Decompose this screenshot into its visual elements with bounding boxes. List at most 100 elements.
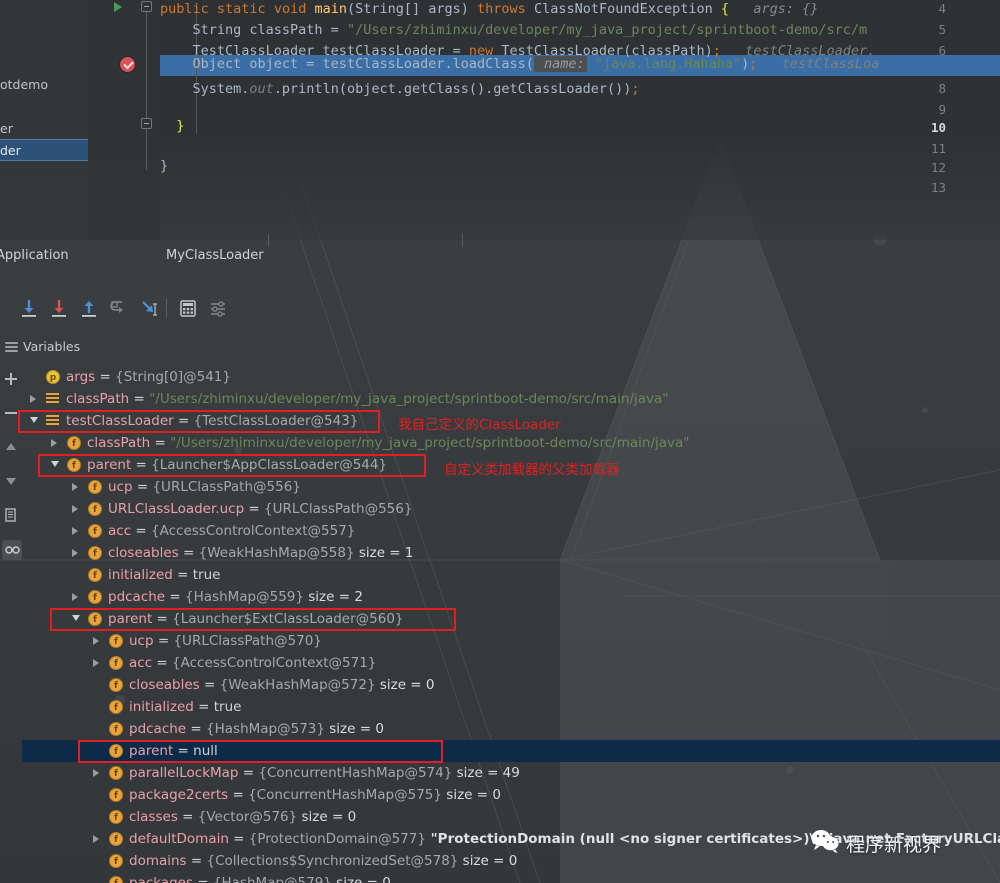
chevron-right-icon[interactable] <box>72 593 78 601</box>
variable-equals: = <box>193 875 213 883</box>
variable-size: size = 1 <box>354 545 414 561</box>
frame-tabs[interactable]: Application MyClassLoader <box>0 234 1000 280</box>
move-up-icon[interactable] <box>2 438 20 456</box>
variable-name: ucp = {URLClassPath@570} <box>129 633 322 649</box>
variable-row[interactable]: f acc = {AccessControlContext@571} <box>22 652 1000 674</box>
remove-watch-icon[interactable] <box>2 404 20 422</box>
tab-myclassloader[interactable]: MyClassLoader <box>166 248 264 263</box>
variable-row[interactable]: p args = {String[0]@541} <box>22 366 1000 388</box>
variable-equals: = <box>244 501 265 517</box>
variable-row[interactable]: f package2certs = {ConcurrentHashMap@575}… <box>22 784 1000 806</box>
variable-row[interactable]: f initialized = true <box>22 696 1000 718</box>
variable-size: size = 0 <box>324 721 384 737</box>
watermark-text: 程序新视界 <box>846 833 942 856</box>
variable-row[interactable]: classPath = "/Users/zhiminxu/developer/m… <box>22 388 1000 410</box>
move-down-icon[interactable] <box>2 472 20 490</box>
fold-marker-close-icon[interactable] <box>141 118 152 129</box>
variable-equals: = <box>228 831 249 847</box>
variable-value: true <box>213 699 242 715</box>
variable-row[interactable]: f ucp = {URLClassPath@570} <box>22 630 1000 652</box>
fold-marker-open-icon[interactable] <box>141 1 152 12</box>
drop-frame-icon[interactable] <box>106 296 132 322</box>
variable-row[interactable]: f packages = {HashMap@579} size = 0 <box>22 872 1000 883</box>
variable-row[interactable]: f pdcache = {HashMap@573} size = 0 <box>22 718 1000 740</box>
variable-row[interactable]: f closeables = {WeakHashMap@572} size = 0 <box>22 674 1000 696</box>
variable-row[interactable]: f acc = {AccessControlContext@557} <box>22 520 1000 542</box>
settings-gear-icon[interactable] <box>2 540 22 560</box>
variable-size: size = 0 <box>375 677 435 693</box>
project-tree-item-1[interactable]: er <box>0 118 88 140</box>
variable-name: pdcache = {HashMap@559} size = 2 <box>108 589 363 605</box>
variable-row[interactable]: f classPath = "/Users/zhiminxu/developer/… <box>22 432 1000 454</box>
step-over-icon[interactable] <box>16 296 42 322</box>
variable-name: domains = {Collections$SynchronizedSet@5… <box>129 853 518 869</box>
variable-name: parent = null <box>129 743 218 759</box>
variable-value: {String[0]@541} <box>115 369 231 385</box>
chevron-right-icon[interactable] <box>72 549 78 557</box>
evaluate-expression-icon[interactable] <box>175 296 201 322</box>
variable-row[interactable]: f initialized = true <box>22 564 1000 586</box>
copy-value-icon[interactable] <box>2 506 20 524</box>
chevron-right-icon[interactable] <box>72 527 78 535</box>
variable-value: "/Users/zhiminxu/developer/my_java_proje… <box>170 435 690 451</box>
run-to-cursor-icon[interactable] <box>136 296 162 322</box>
code-text[interactable]: public static void main(String[] args) t… <box>160 0 1000 240</box>
project-tree-item-2[interactable]: der <box>0 139 88 161</box>
chevron-right-icon[interactable] <box>93 637 99 645</box>
debugger-toolbar[interactable] <box>0 296 1000 334</box>
chevron-right-icon[interactable] <box>30 395 36 403</box>
run-to-line-icon[interactable] <box>114 2 122 12</box>
chevron-right-icon[interactable] <box>93 659 99 667</box>
chevron-right-icon[interactable] <box>93 835 99 843</box>
code-fold-guide <box>146 10 147 170</box>
variable-value: {AccessControlContext@557} <box>151 523 356 539</box>
field-icon: f <box>109 832 123 846</box>
chevron-down-icon[interactable] <box>30 417 38 423</box>
breakpoint-icon[interactable] <box>120 57 135 72</box>
project-tree-item-0[interactable]: otdemo <box>0 74 88 96</box>
settings-list-icon[interactable] <box>205 296 231 322</box>
code-editor[interactable]: otdemo er der 4 5 6 7 8 9 10 11 12 13 pu… <box>0 0 1000 240</box>
parameter-icon: p <box>46 370 60 384</box>
variable-equals: = <box>152 655 173 671</box>
variable-row[interactable]: f closeables = {WeakHashMap@558} size = 1 <box>22 542 1000 564</box>
variable-value: {TestClassLoader@543} <box>193 413 359 429</box>
chevron-right-icon[interactable] <box>72 505 78 513</box>
chevron-right-icon[interactable] <box>72 483 78 491</box>
variable-row[interactable]: f URLClassLoader.ucp = {URLClassPath@556} <box>22 498 1000 520</box>
variable-name: package2certs = {ConcurrentHashMap@575} … <box>129 787 501 803</box>
code-line-10: } <box>160 118 185 134</box>
variable-row[interactable]: f parent = null <box>22 740 1000 762</box>
variable-row[interactable]: f parallelLockMap = {ConcurrentHashMap@57… <box>22 762 1000 784</box>
variable-name: testClassLoader = {TestClassLoader@543} <box>66 413 359 429</box>
variable-value: {Vector@576} <box>197 809 298 825</box>
variables-panel-header: Variables <box>0 336 1000 360</box>
variable-row[interactable]: f parent = {Launcher$ExtClassLoader@560} <box>22 608 1000 630</box>
variable-name: initialized = true <box>108 567 221 583</box>
code-line-12: } <box>160 158 169 174</box>
variable-equals: = <box>132 479 153 495</box>
chevron-right-icon[interactable] <box>51 439 57 447</box>
field-icon: f <box>109 788 123 802</box>
variable-value: "/Users/zhiminxu/developer/my_java_proje… <box>149 391 669 407</box>
chevron-right-icon[interactable] <box>93 769 99 777</box>
field-icon: f <box>109 854 123 868</box>
variables-tree[interactable]: p args = {String[0]@541} classPath = "/Use… <box>22 362 1000 883</box>
tab-application[interactable]: Application <box>0 248 69 263</box>
project-tree-strip[interactable]: otdemo er der <box>0 0 88 240</box>
chevron-down-icon[interactable] <box>51 461 59 467</box>
variable-name: classPath = "/Users/zhiminxu/developer/m… <box>87 435 690 451</box>
field-icon: f <box>109 766 123 780</box>
add-watch-icon[interactable] <box>2 370 20 388</box>
variable-row[interactable]: f pdcache = {HashMap@559} size = 2 <box>22 586 1000 608</box>
step-out-icon[interactable] <box>76 296 102 322</box>
step-into-icon[interactable] <box>46 296 72 322</box>
chevron-down-icon[interactable] <box>72 615 80 621</box>
variable-value: {URLClassPath@570} <box>173 633 322 649</box>
variables-left-rail[interactable] <box>0 360 22 883</box>
variable-row[interactable]: f ucp = {URLClassPath@556} <box>22 476 1000 498</box>
variable-value: {HashMap@559} <box>185 589 304 605</box>
variables-panel-title: Variables <box>23 339 81 354</box>
variable-row[interactable]: f classes = {Vector@576} size = 0 <box>22 806 1000 828</box>
variable-value: {AccessControlContext@571} <box>172 655 377 671</box>
